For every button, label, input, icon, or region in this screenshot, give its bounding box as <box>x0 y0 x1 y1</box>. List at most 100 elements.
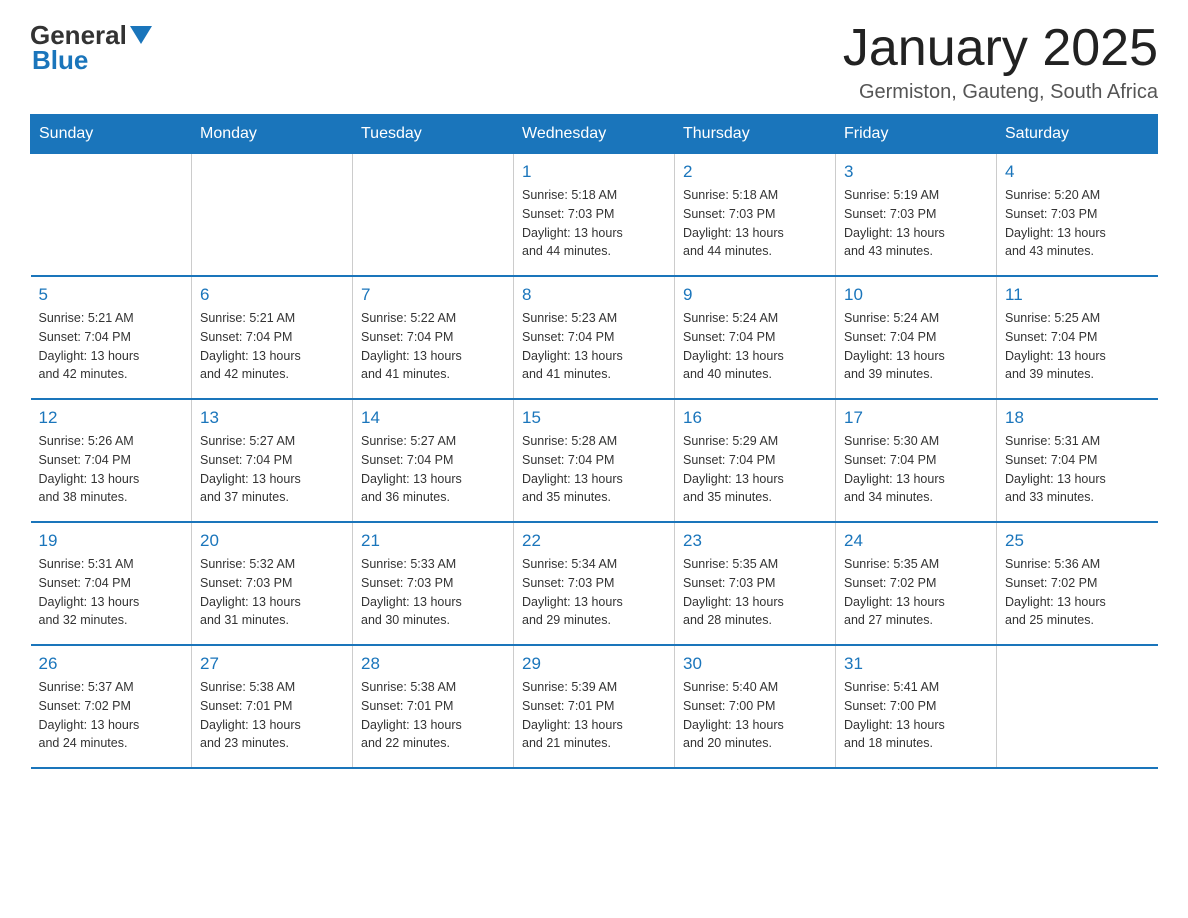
calendar-cell <box>353 154 514 277</box>
calendar-cell <box>192 154 353 277</box>
title-block: January 2025 Germiston, Gauteng, South A… <box>843 20 1158 104</box>
calendar-cell <box>31 154 192 277</box>
calendar-day-header: Saturday <box>997 115 1158 154</box>
calendar-cell: 4Sunrise: 5:20 AMSunset: 7:03 PMDaylight… <box>997 154 1158 277</box>
calendar-cell: 21 Sunrise: 5:33 AMSunset: 7:03 PMDayligh… <box>353 522 514 645</box>
day-info: Sunrise: 5:21 AMSunset: 7:04 PMDaylight:… <box>39 309 184 384</box>
calendar-cell: 29Sunrise: 5:39 AMSunset: 7:01 PMDayligh… <box>514 645 675 768</box>
calendar-week-row: 19 Sunrise: 5:31 AMSunset: 7:04 PMDayligh… <box>31 522 1158 645</box>
day-info: Sunrise: 5:38 AMSunset: 7:01 PMDaylight:… <box>361 678 505 753</box>
calendar-cell: 15 Sunrise: 5:28 AMSunset: 7:04 PMDayligh… <box>514 399 675 522</box>
day-info: Sunrise: 5:40 AMSunset: 7:00 PMDaylight:… <box>683 678 827 753</box>
day-info: Sunrise: 5:30 AMSunset: 7:04 PMDaylight:… <box>844 432 988 507</box>
day-number: 25 <box>1005 531 1150 551</box>
calendar-cell: 12 Sunrise: 5:26 AMSunset: 7:04 PMDayligh… <box>31 399 192 522</box>
logo-triangle-icon <box>130 26 152 48</box>
day-info: Sunrise: 5:26 AMSunset: 7:04 PMDaylight:… <box>39 432 184 507</box>
calendar-cell: 22 Sunrise: 5:34 AMSunset: 7:03 PMDayligh… <box>514 522 675 645</box>
day-number: 26 <box>39 654 184 674</box>
day-number: 7 <box>361 285 505 305</box>
calendar-cell: 14 Sunrise: 5:27 AMSunset: 7:04 PMDayligh… <box>353 399 514 522</box>
calendar-cell: 7 Sunrise: 5:22 AMSunset: 7:04 PMDaylight… <box>353 276 514 399</box>
day-info: Sunrise: 5:35 AMSunset: 7:02 PMDaylight:… <box>844 555 988 630</box>
day-number: 23 <box>683 531 827 551</box>
calendar-day-header: Thursday <box>675 115 836 154</box>
subtitle: Germiston, Gauteng, South Africa <box>843 81 1158 104</box>
day-info: Sunrise: 5:37 AMSunset: 7:02 PMDaylight:… <box>39 678 184 753</box>
day-info: Sunrise: 5:18 AMSunset: 7:03 PMDaylight:… <box>683 186 827 261</box>
day-number: 8 <box>522 285 666 305</box>
day-info: Sunrise: 5:24 AMSunset: 7:04 PMDaylight:… <box>844 309 988 384</box>
day-number: 17 <box>844 408 988 428</box>
calendar-week-row: 5 Sunrise: 5:21 AMSunset: 7:04 PMDaylight… <box>31 276 1158 399</box>
day-info: Sunrise: 5:31 AMSunset: 7:04 PMDaylight:… <box>1005 432 1150 507</box>
day-info: Sunrise: 5:27 AMSunset: 7:04 PMDaylight:… <box>361 432 505 507</box>
calendar-day-header: Wednesday <box>514 115 675 154</box>
day-number: 16 <box>683 408 827 428</box>
calendar-cell: 8 Sunrise: 5:23 AMSunset: 7:04 PMDaylight… <box>514 276 675 399</box>
day-info: Sunrise: 5:34 AMSunset: 7:03 PMDaylight:… <box>522 555 666 630</box>
day-info: Sunrise: 5:29 AMSunset: 7:04 PMDaylight:… <box>683 432 827 507</box>
calendar-cell: 19 Sunrise: 5:31 AMSunset: 7:04 PMDayligh… <box>31 522 192 645</box>
day-number: 22 <box>522 531 666 551</box>
day-number: 9 <box>683 285 827 305</box>
calendar-cell: 31 Sunrise: 5:41 AMSunset: 7:00 PMDayligh… <box>836 645 997 768</box>
calendar-cell: 17 Sunrise: 5:30 AMSunset: 7:04 PMDayligh… <box>836 399 997 522</box>
day-number: 30 <box>683 654 827 674</box>
calendar-week-row: 12 Sunrise: 5:26 AMSunset: 7:04 PMDayligh… <box>31 399 1158 522</box>
calendar-cell: 28 Sunrise: 5:38 AMSunset: 7:01 PMDayligh… <box>353 645 514 768</box>
day-number: 12 <box>39 408 184 428</box>
day-info: Sunrise: 5:25 AMSunset: 7:04 PMDaylight:… <box>1005 309 1150 384</box>
calendar-header-row: SundayMondayTuesdayWednesdayThursdayFrid… <box>31 115 1158 154</box>
calendar-cell: 9Sunrise: 5:24 AMSunset: 7:04 PMDaylight… <box>675 276 836 399</box>
day-info: Sunrise: 5:21 AMSunset: 7:04 PMDaylight:… <box>200 309 344 384</box>
calendar-table: SundayMondayTuesdayWednesdayThursdayFrid… <box>30 114 1158 769</box>
calendar-cell: 1Sunrise: 5:18 AMSunset: 7:03 PMDaylight… <box>514 154 675 277</box>
day-number: 2 <box>683 162 827 182</box>
calendar-day-header: Tuesday <box>353 115 514 154</box>
day-info: Sunrise: 5:39 AMSunset: 7:01 PMDaylight:… <box>522 678 666 753</box>
calendar-day-header: Sunday <box>31 115 192 154</box>
day-info: Sunrise: 5:36 AMSunset: 7:02 PMDaylight:… <box>1005 555 1150 630</box>
day-info: Sunrise: 5:19 AMSunset: 7:03 PMDaylight:… <box>844 186 988 261</box>
day-number: 19 <box>39 531 184 551</box>
day-info: Sunrise: 5:33 AMSunset: 7:03 PMDaylight:… <box>361 555 505 630</box>
calendar-week-row: 26 Sunrise: 5:37 AMSunset: 7:02 PMDayligh… <box>31 645 1158 768</box>
day-number: 14 <box>361 408 505 428</box>
day-info: Sunrise: 5:23 AMSunset: 7:04 PMDaylight:… <box>522 309 666 384</box>
day-info: Sunrise: 5:38 AMSunset: 7:01 PMDaylight:… <box>200 678 344 753</box>
day-info: Sunrise: 5:31 AMSunset: 7:04 PMDaylight:… <box>39 555 184 630</box>
calendar-cell: 6 Sunrise: 5:21 AMSunset: 7:04 PMDaylight… <box>192 276 353 399</box>
calendar-cell: 11 Sunrise: 5:25 AMSunset: 7:04 PMDayligh… <box>997 276 1158 399</box>
day-info: Sunrise: 5:18 AMSunset: 7:03 PMDaylight:… <box>522 186 666 261</box>
calendar-cell: 10 Sunrise: 5:24 AMSunset: 7:04 PMDayligh… <box>836 276 997 399</box>
calendar-cell <box>997 645 1158 768</box>
day-info: Sunrise: 5:41 AMSunset: 7:00 PMDaylight:… <box>844 678 988 753</box>
calendar-cell: 24Sunrise: 5:35 AMSunset: 7:02 PMDayligh… <box>836 522 997 645</box>
day-number: 15 <box>522 408 666 428</box>
calendar-cell: 2 Sunrise: 5:18 AMSunset: 7:03 PMDaylight… <box>675 154 836 277</box>
day-info: Sunrise: 5:35 AMSunset: 7:03 PMDaylight:… <box>683 555 827 630</box>
calendar-cell: 30 Sunrise: 5:40 AMSunset: 7:00 PMDayligh… <box>675 645 836 768</box>
main-title: January 2025 <box>843 20 1158 77</box>
day-number: 11 <box>1005 285 1150 305</box>
day-number: 21 <box>361 531 505 551</box>
page-header: General Blue January 2025 Germiston, Gau… <box>30 20 1158 104</box>
day-info: Sunrise: 5:22 AMSunset: 7:04 PMDaylight:… <box>361 309 505 384</box>
day-number: 27 <box>200 654 344 674</box>
day-number: 28 <box>361 654 505 674</box>
logo-blue: Blue <box>32 45 88 76</box>
calendar-day-header: Monday <box>192 115 353 154</box>
day-number: 4 <box>1005 162 1150 182</box>
day-info: Sunrise: 5:28 AMSunset: 7:04 PMDaylight:… <box>522 432 666 507</box>
day-number: 5 <box>39 285 184 305</box>
day-number: 20 <box>200 531 344 551</box>
day-number: 6 <box>200 285 344 305</box>
logo: General Blue <box>30 20 152 76</box>
day-number: 31 <box>844 654 988 674</box>
day-number: 10 <box>844 285 988 305</box>
calendar-cell: 25 Sunrise: 5:36 AMSunset: 7:02 PMDayligh… <box>997 522 1158 645</box>
calendar-cell: 27 Sunrise: 5:38 AMSunset: 7:01 PMDayligh… <box>192 645 353 768</box>
calendar-cell: 3Sunrise: 5:19 AMSunset: 7:03 PMDaylight… <box>836 154 997 277</box>
calendar-cell: 20Sunrise: 5:32 AMSunset: 7:03 PMDayligh… <box>192 522 353 645</box>
